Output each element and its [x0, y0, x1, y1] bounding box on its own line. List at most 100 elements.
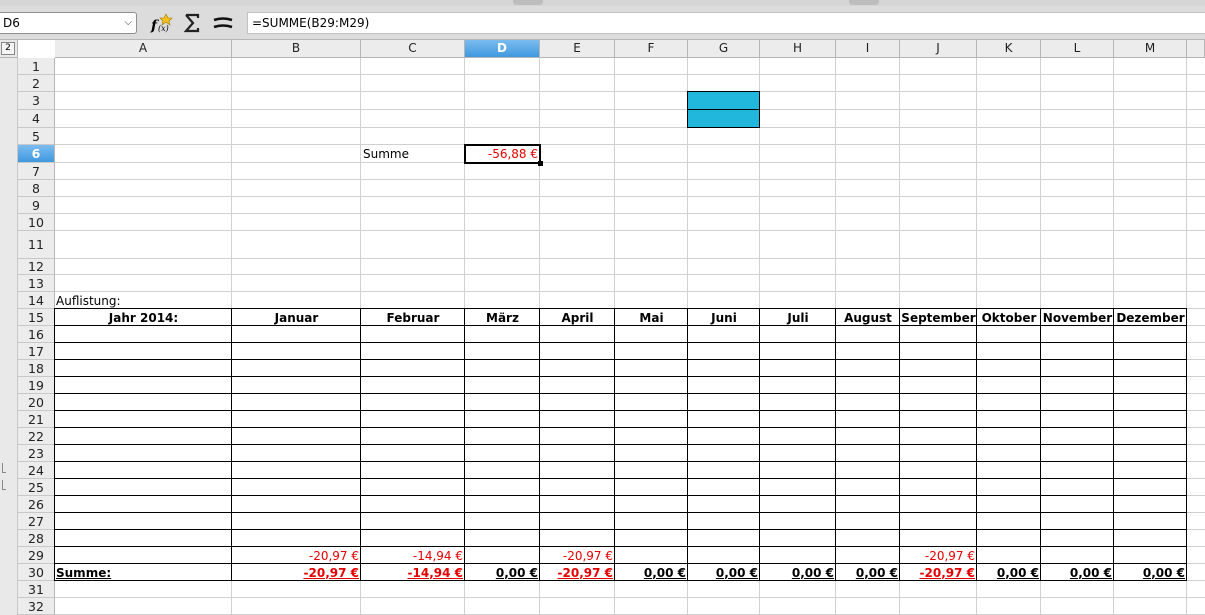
row-header-1[interactable]: 1: [18, 58, 55, 75]
row-header-6[interactable]: 6: [18, 145, 55, 163]
month-header-märz[interactable]: März: [465, 310, 540, 326]
row30-sum-cell[interactable]: 0,00 €: [465, 565, 540, 581]
row-header-8[interactable]: 8: [18, 180, 55, 197]
month-header-januar[interactable]: Januar: [232, 310, 361, 326]
chevron-down-icon[interactable]: ⌵: [124, 13, 132, 33]
column-header-n[interactable]: [1187, 40, 1205, 58]
row-header-17[interactable]: 17: [18, 343, 55, 360]
row-header-15[interactable]: 15: [18, 309, 55, 326]
row-header-7[interactable]: 7: [18, 163, 55, 180]
row-header-11[interactable]: 11: [18, 231, 55, 259]
row30-sum-cell[interactable]: 0,00 €: [1041, 565, 1114, 581]
row-header-12[interactable]: 12: [18, 259, 55, 275]
row30-sum-cell[interactable]: 0,00 €: [760, 565, 836, 581]
row-header-19[interactable]: 19: [18, 377, 55, 394]
sigma-icon: [183, 13, 200, 33]
row-header-25[interactable]: 25: [18, 479, 55, 496]
column-header-i[interactable]: I: [836, 40, 900, 58]
column-header-g[interactable]: G: [688, 40, 760, 58]
column-header-d[interactable]: D: [465, 40, 540, 58]
row-header-23[interactable]: 23: [18, 445, 55, 462]
row-header-9[interactable]: 9: [18, 197, 55, 214]
row-header-30[interactable]: 30: [18, 564, 55, 581]
row30-sum-cell[interactable]: 0,00 €: [836, 565, 900, 581]
row-header-5[interactable]: 5: [18, 128, 55, 145]
outline-bracket[interactable]: [2, 463, 6, 473]
row30-sum-cell[interactable]: -20,97 €: [540, 565, 615, 581]
toolbar-handle[interactable]: [849, 0, 879, 5]
table-border: [54, 359, 1187, 360]
month-header-august[interactable]: August: [836, 310, 900, 326]
fill-handle[interactable]: [538, 161, 543, 166]
month-header-november[interactable]: November: [1041, 310, 1114, 326]
row-header-26[interactable]: 26: [18, 496, 55, 513]
column-header-b[interactable]: B: [232, 40, 361, 58]
row30-sum-cell[interactable]: 0,00 €: [977, 565, 1041, 581]
column-header-c[interactable]: C: [361, 40, 465, 58]
row29-value-cell[interactable]: -20,97 €: [900, 548, 977, 564]
column-header-e[interactable]: E: [540, 40, 615, 58]
month-header-september[interactable]: September: [900, 310, 977, 326]
month-header-juli[interactable]: Juli: [760, 310, 836, 326]
row29-value-cell[interactable]: -14,94 €: [361, 548, 465, 564]
row-header-31[interactable]: 31: [18, 581, 55, 598]
month-header-april[interactable]: April: [540, 310, 615, 326]
row-header-14[interactable]: 14: [18, 292, 55, 309]
outline-level-button[interactable]: 2: [1, 42, 15, 55]
toolbar-handle[interactable]: [513, 0, 543, 5]
row-header-28[interactable]: 28: [18, 530, 55, 547]
row-header-22[interactable]: 22: [18, 428, 55, 445]
summe-label-cell[interactable]: Summe: [361, 146, 465, 162]
table-border: [54, 376, 1187, 377]
row30-summe-label[interactable]: Summe:: [55, 565, 232, 581]
row-header-16[interactable]: 16: [18, 326, 55, 343]
row30-sum-cell[interactable]: -14,94 €: [361, 565, 465, 581]
row-header-4[interactable]: 4: [18, 110, 55, 128]
column-header-a[interactable]: A: [55, 40, 232, 58]
column-header-f[interactable]: F: [615, 40, 688, 58]
row30-sum-cell[interactable]: -20,97 €: [900, 565, 977, 581]
column-header-l[interactable]: L: [1041, 40, 1114, 58]
blue-filled-cell[interactable]: [687, 109, 760, 128]
column-header-h[interactable]: H: [760, 40, 836, 58]
row-header-20[interactable]: 20: [18, 394, 55, 411]
select-all-corner[interactable]: 2: [0, 40, 18, 58]
outline-bracket[interactable]: [2, 480, 6, 490]
row29-value-cell[interactable]: -20,97 €: [540, 548, 615, 564]
month-header-juni[interactable]: Juni: [688, 310, 760, 326]
row30-sum-cell[interactable]: -20,97 €: [232, 565, 361, 581]
gridline: [55, 162, 1205, 163]
row-header-10[interactable]: 10: [18, 214, 55, 231]
column-header-j[interactable]: J: [900, 40, 977, 58]
row30-sum-cell[interactable]: 0,00 €: [615, 565, 688, 581]
row29-value-cell[interactable]: -20,97 €: [232, 548, 361, 564]
auflistung-label-cell[interactable]: Auflistung:: [55, 293, 232, 309]
function-button[interactable]: [209, 12, 237, 34]
month-header-mai[interactable]: Mai: [615, 310, 688, 326]
month-header-februar[interactable]: Februar: [361, 310, 465, 326]
row30-sum-cell[interactable]: 0,00 €: [1114, 565, 1187, 581]
row-header-32[interactable]: 32: [18, 598, 55, 615]
row-header-2[interactable]: 2: [18, 75, 55, 92]
column-header-k[interactable]: K: [977, 40, 1041, 58]
month-header-dezember[interactable]: Dezember: [1114, 310, 1187, 326]
row-header-21[interactable]: 21: [18, 411, 55, 428]
row-header-29[interactable]: 29: [18, 547, 55, 564]
year-header-cell[interactable]: Jahr 2014:: [55, 310, 232, 326]
formula-input[interactable]: =SUMME(B29:M29): [247, 12, 1205, 34]
function-wizard-button[interactable]: f (x): [148, 12, 176, 34]
svg-text:(x): (x): [158, 24, 169, 33]
row-header-27[interactable]: 27: [18, 513, 55, 530]
row30-sum-cell[interactable]: 0,00 €: [688, 565, 760, 581]
row-header-18[interactable]: 18: [18, 360, 55, 377]
row-header-3[interactable]: 3: [18, 92, 55, 110]
spreadsheet-grid[interactable]: 2 A B C D E F G H I J K L M 1 2 3 4 5 6 7 8 9 10 11 12 13 14 15 16 17…: [0, 40, 1205, 615]
column-header-m[interactable]: M: [1114, 40, 1187, 58]
row-header-13[interactable]: 13: [18, 275, 55, 292]
month-header-oktober[interactable]: Oktober: [977, 310, 1041, 326]
sum-button[interactable]: [178, 12, 206, 34]
table-border: [54, 427, 1187, 428]
blue-filled-cell[interactable]: [687, 91, 760, 110]
row-header-24[interactable]: 24: [18, 462, 55, 479]
name-box[interactable]: D6 ⌵: [0, 12, 137, 34]
